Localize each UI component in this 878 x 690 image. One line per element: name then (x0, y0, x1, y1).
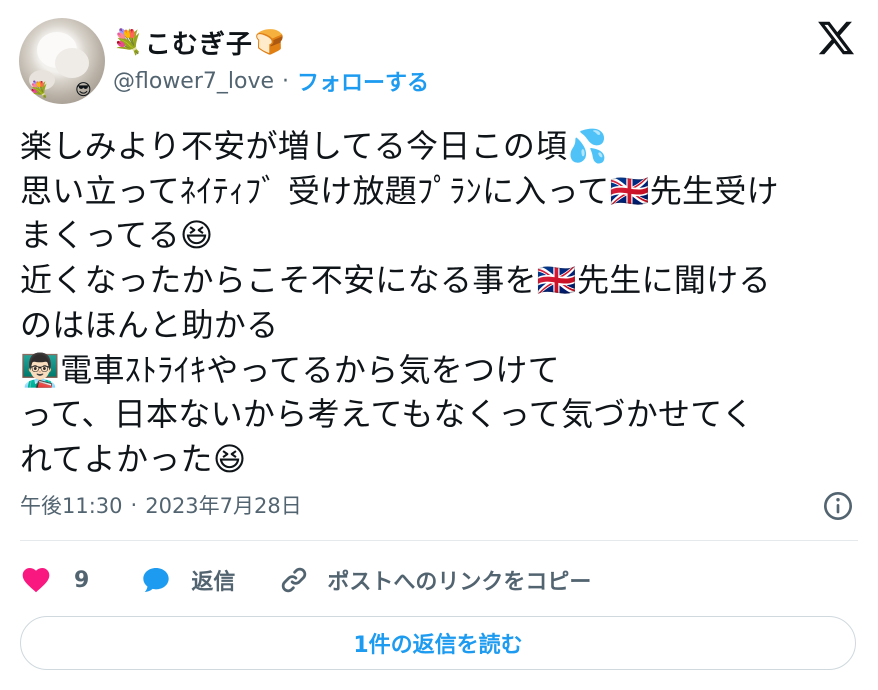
bread-emoji: 🍞 (254, 28, 285, 56)
tweet-line: 思い立ってﾈｲﾃｨﾌﾞ 受け放題ﾌﾟﾗﾝに入って🇬🇧先生受け (20, 171, 779, 210)
tweet-text: 楽しみより不安が増してる今日この頃💦 思い立ってﾈｲﾃｨﾌﾞ 受け放題ﾌﾟﾗﾝに… (20, 124, 870, 482)
reply-button[interactable]: 返信 (139, 564, 235, 596)
x-logo-icon[interactable] (816, 18, 856, 58)
bouquet-emoji: 💐 (113, 28, 143, 56)
avatar-photo-part (55, 48, 89, 78)
reply-bubble-icon (143, 568, 169, 592)
tweet-line: 近くなったからこそ不安になる事を🇬🇧先生に聞ける (20, 261, 771, 300)
reply-label: 返信 (191, 570, 236, 595)
avatar-sunglasses-emoji: 😎 (75, 80, 92, 99)
author-handle[interactable]: @flower7_love (113, 69, 274, 94)
tweet-time[interactable]: 午後11:30 (20, 490, 123, 520)
tweet-line: のはほんと助かる (20, 305, 279, 344)
tweet-timestamp[interactable]: 午後11:30 · 2023年7月28日 (20, 488, 302, 522)
avatar-bouquet-emoji: 💐 (29, 80, 49, 99)
like-button[interactable]: 9 (20, 564, 89, 596)
action-bar: 9 返信 ポストへのリンクをコピー (20, 560, 591, 600)
follow-button[interactable]: フォローする (297, 65, 429, 97)
divider (20, 540, 858, 541)
timestamp-separator: · (130, 493, 138, 517)
tweet-line: れてよかった😆 (20, 439, 247, 478)
tweet-line: 楽しみより不安が増してる今日この頃💦 (20, 127, 608, 165)
tweet-line: まくってる😆 (20, 216, 214, 255)
tweet-line: 👨🏻‍🏫電車ｽﾄﾗｲｷやってるから気をつけて (20, 350, 560, 389)
author-display-name[interactable]: こむぎ子 (145, 24, 253, 61)
heart-icon (22, 568, 50, 593)
copy-link-label: ポストへのリンクをコピー (327, 570, 592, 595)
like-count: 9 (74, 567, 90, 593)
copy-link-button[interactable]: ポストへのリンクをコピー (279, 564, 591, 596)
read-replies-button[interactable]: 1件の返信を読む (20, 616, 856, 670)
handle-separator: · (282, 68, 290, 94)
info-icon[interactable] (822, 490, 854, 522)
tweet-date[interactable]: 2023年7月28日 (145, 490, 302, 520)
avatar[interactable]: 💐 😎 (19, 18, 105, 104)
author-handle-row: @flower7_love · フォローする (113, 64, 429, 98)
author-name-row[interactable]: 💐 こむぎ子 🍞 (113, 22, 285, 62)
link-icon (282, 567, 307, 593)
tweet-line: って、日本ないから考えてもなくって気づかせてく (20, 395, 754, 434)
